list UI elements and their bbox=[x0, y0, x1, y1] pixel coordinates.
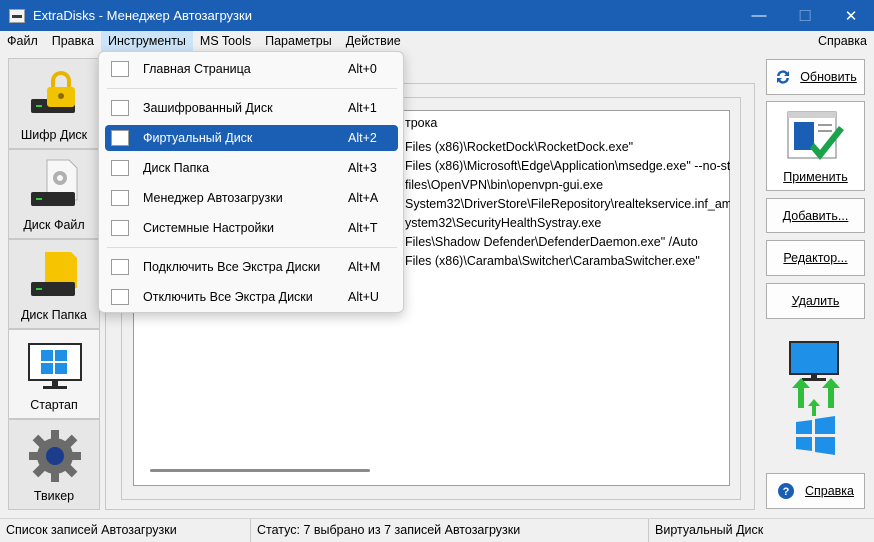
help-button[interactable]: ? Справка bbox=[766, 473, 865, 509]
nav-tweaker[interactable]: Твикер bbox=[8, 419, 100, 510]
unmount-all-icon bbox=[111, 289, 129, 305]
refresh-label: Обновить bbox=[800, 70, 857, 84]
menu-item-unmount-all[interactable]: Отключить Все Экстра Диски Alt+U bbox=[105, 284, 398, 310]
horizontal-scrollbar[interactable] bbox=[150, 469, 370, 472]
menu-edit[interactable]: Правка bbox=[45, 31, 101, 52]
title-bar: ExtraDisks - Менеджер Автозагрузки — ☐ ✕ bbox=[0, 0, 874, 31]
add-button[interactable]: Добавить... bbox=[766, 198, 865, 233]
refresh-icon bbox=[777, 70, 790, 84]
mount-all-icon bbox=[111, 259, 129, 275]
editor-label: Редактор... bbox=[783, 251, 848, 265]
menu-tools[interactable]: Инструменты bbox=[100, 31, 193, 52]
delete-label: Удалить bbox=[791, 294, 840, 308]
list-column-header: трока bbox=[405, 116, 438, 130]
window-title: ExtraDisks - Менеджер Автозагрузки bbox=[33, 8, 252, 23]
startup-manager-icon bbox=[111, 190, 129, 206]
menu-item-virtual-disk[interactable]: Фиртуальный Диск Alt+2 bbox=[105, 125, 398, 151]
nav-folder-disk[interactable]: Диск Папка bbox=[8, 239, 100, 329]
monitor-windows-icon bbox=[28, 343, 82, 389]
menu-separator bbox=[107, 247, 397, 248]
nav-label: Диск Папка bbox=[20, 308, 88, 322]
apply-window-check-icon bbox=[787, 111, 844, 160]
menu-help[interactable]: Справка bbox=[811, 31, 874, 52]
list-item[interactable]: System32\DriverStore\FileRepository\real… bbox=[405, 197, 730, 211]
gear-icon bbox=[29, 430, 81, 482]
minimize-button[interactable]: — bbox=[736, 0, 782, 31]
folder-disk-icon bbox=[111, 160, 129, 176]
menu-file[interactable]: Файл bbox=[0, 31, 45, 52]
maximize-button[interactable]: ☐ bbox=[782, 0, 828, 31]
menu-separator bbox=[107, 88, 397, 89]
nav-label: Шифр Диск bbox=[20, 128, 88, 142]
nav-label: Твикер bbox=[33, 489, 75, 503]
menu-bar: Файл Правка Инструменты MS Tools Парамет… bbox=[0, 31, 874, 52]
gear-file-disk-icon bbox=[31, 159, 78, 206]
nav-cipher-disk[interactable]: Шифр Диск bbox=[8, 58, 100, 149]
folder-disk-icon bbox=[31, 252, 77, 296]
list-item[interactable]: Files (x86)\Caramba\Switcher\CarambaSwit… bbox=[405, 254, 730, 268]
svg-text:?: ? bbox=[783, 486, 790, 498]
menu-item-mount-all[interactable]: Подключить Все Экстра Диски Alt+M bbox=[105, 254, 398, 280]
list-item[interactable]: Files (x86)\RocketDock\RocketDock.exe" bbox=[405, 140, 730, 154]
status-left: Список записей Автозагрузки bbox=[0, 519, 251, 542]
list-item[interactable]: files\OpenVPN\bin\openvpn-gui.exe bbox=[405, 178, 730, 192]
apply-button[interactable]: Применить bbox=[766, 101, 865, 191]
virtual-disk-icon bbox=[111, 130, 129, 146]
list-item[interactable]: ystem32\SecurityHealthSystray.exe bbox=[405, 216, 730, 230]
help-label: Справка bbox=[804, 484, 855, 498]
encrypted-disk-icon bbox=[111, 100, 129, 116]
menu-item-startup-manager[interactable]: Менеджер Автозагрузки Alt+A bbox=[105, 185, 398, 211]
nav-file-disk[interactable]: Диск Файл bbox=[8, 149, 100, 239]
startup-illustration-icon bbox=[789, 341, 840, 455]
add-label: Добавить... bbox=[782, 208, 849, 223]
close-button[interactable]: ✕ bbox=[828, 0, 874, 31]
menu-action[interactable]: Действие bbox=[339, 31, 408, 52]
system-settings-icon bbox=[111, 220, 129, 236]
menu-item-system-settings[interactable]: Системные Настройки Alt+T bbox=[105, 215, 398, 241]
list-item[interactable]: Files\Shadow Defender\DefenderDaemon.exe… bbox=[405, 235, 730, 249]
status-bar: Список записей Автозагрузки Статус: 7 вы… bbox=[0, 518, 874, 542]
menu-item-folder-disk[interactable]: Диск Папка Alt+3 bbox=[105, 155, 398, 181]
list-item[interactable]: Files (x86)\Microsoft\Edge\Application\m… bbox=[405, 159, 730, 173]
menu-item-encrypted-disk[interactable]: Зашифрованный Диск Alt+1 bbox=[105, 95, 398, 121]
nav-label: Диск Файл bbox=[23, 218, 85, 232]
app-icon bbox=[9, 8, 25, 23]
refresh-button[interactable]: Обновить bbox=[766, 59, 865, 95]
apply-label: Применить bbox=[783, 170, 848, 184]
editor-button[interactable]: Редактор... bbox=[766, 240, 865, 276]
home-page-icon bbox=[111, 61, 129, 77]
nav-startup[interactable]: Стартап bbox=[8, 329, 100, 419]
delete-button[interactable]: Удалить bbox=[766, 283, 865, 319]
lock-disk-icon bbox=[31, 71, 75, 113]
menu-ms-tools[interactable]: MS Tools bbox=[193, 31, 258, 52]
help-icon: ? bbox=[777, 483, 794, 499]
menu-parameters[interactable]: Параметры bbox=[258, 31, 339, 52]
status-middle: Статус: 7 выбрано из 7 записей Автозагру… bbox=[251, 519, 649, 542]
left-nav: Шифр Диск Диск Файл Диск Папка Стартап Т… bbox=[8, 58, 101, 510]
nav-label: Стартап bbox=[30, 398, 78, 412]
tools-dropdown-menu: Главная Страница Alt+0 Зашифрованный Дис… bbox=[98, 51, 404, 313]
status-right: Виртуальный Диск bbox=[655, 523, 764, 537]
menu-item-home-page[interactable]: Главная Страница Alt+0 bbox=[105, 56, 398, 82]
